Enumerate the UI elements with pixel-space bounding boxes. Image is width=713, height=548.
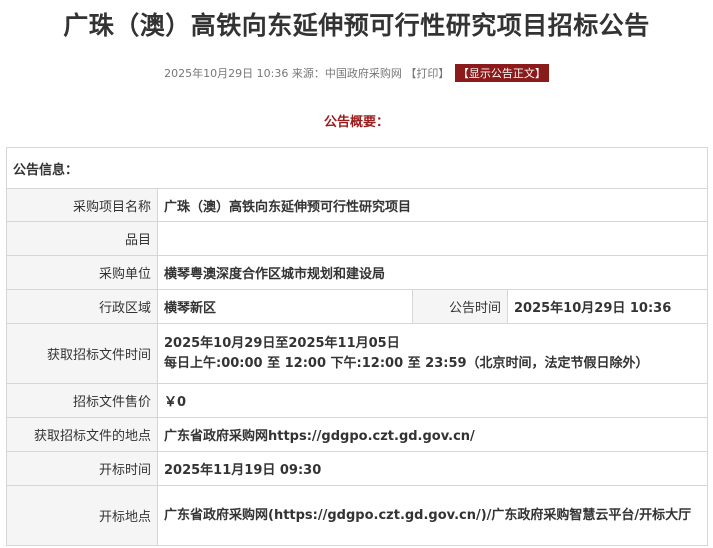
table-row: 开标时间 2025年11月19日 09:30 <box>6 451 709 486</box>
table-row: 公告信息： <box>5 147 709 189</box>
field-label: 品目 <box>6 221 158 256</box>
price-value: ￥0 <box>156 383 709 418</box>
table-row: 开标地点 广东省政府采购网(https://gdgpo.czt.gd.gov.c… <box>6 485 709 546</box>
doc-time-range: 2025年10月29日至2025年11月05日 <box>164 335 400 351</box>
announce-time-value: 2025年10月29日 10:36 <box>506 289 709 324</box>
show-full-text-button[interactable]: 【显示公告正文】 <box>454 64 549 82</box>
announcement-meta: 2025年10月29日 10:36 来源：中国政府采购网 【打印】 【显示公告正… <box>0 64 713 82</box>
field-label: 获取招标文件时间 <box>6 323 158 384</box>
table-row: 招标文件售价 ￥0 <box>6 383 709 418</box>
doc-place-value: 广东省政府采购网https://gdgpo.czt.gd.gov.cn/ <box>156 417 709 452</box>
publish-datetime: 2025年10月29日 10:36 <box>164 67 289 80</box>
announcement-info-table: 公告信息： 采购项目名称 广珠（澳）高铁向东延伸预可行性研究项目 品目 采购单位… <box>5 147 709 546</box>
region-value: 横琴新区 <box>157 289 413 324</box>
doc-time-daily: 每日上午:00:00 至 12:00 下午:12:00 至 23:59（北京时间… <box>164 355 649 371</box>
field-label: 招标文件售价 <box>6 383 158 418</box>
table-row: 行政区域 横琴新区 公告时间 2025年10月29日 10:36 <box>6 289 709 324</box>
field-label: 行政区域 <box>6 289 158 324</box>
table-row: 采购单位 横琴粤澳深度合作区城市规划和建设局 <box>6 255 709 290</box>
table-row: 品目 <box>6 221 709 256</box>
overview-heading: 公告概要： <box>323 115 389 130</box>
field-label: 公告时间 <box>412 289 508 324</box>
page-title: 广珠（澳）高铁向东延伸预可行性研究项目招标公告 <box>63 11 650 40</box>
source-label: 来源： <box>291 67 325 80</box>
purchaser-value: 横琴粤澳深度合作区城市规划和建设局 <box>156 255 709 290</box>
doc-time-value: 2025年10月29日至2025年11月05日 每日上午:00:00 至 12:… <box>156 323 709 384</box>
open-time-value: 2025年11月19日 09:30 <box>156 451 709 486</box>
table-row: 采购项目名称 广珠（澳）高铁向东延伸预可行性研究项目 <box>6 188 709 222</box>
field-label: 开标地点 <box>6 485 158 546</box>
field-label: 获取招标文件的地点 <box>6 417 158 452</box>
table-row: 获取招标文件的地点 广东省政府采购网https://gdgpo.czt.gd.g… <box>6 417 709 452</box>
source-link[interactable]: 中国政府采购网 <box>325 67 402 80</box>
field-label: 开标时间 <box>6 451 158 486</box>
field-label: 采购单位 <box>6 255 158 290</box>
field-label: 采购项目名称 <box>6 188 158 222</box>
open-place-value: 广东省政府采购网(https://gdgpo.czt.gd.gov.cn/)/广… <box>156 485 709 546</box>
category-value <box>156 221 709 256</box>
table-row: 获取招标文件时间 2025年10月29日至2025年11月05日 每日上午:00… <box>6 323 709 384</box>
project-name-value: 广珠（澳）高铁向东延伸预可行性研究项目 <box>156 188 709 222</box>
section-label: 公告信息： <box>5 147 709 189</box>
print-link[interactable]: 【打印】 <box>405 67 449 80</box>
